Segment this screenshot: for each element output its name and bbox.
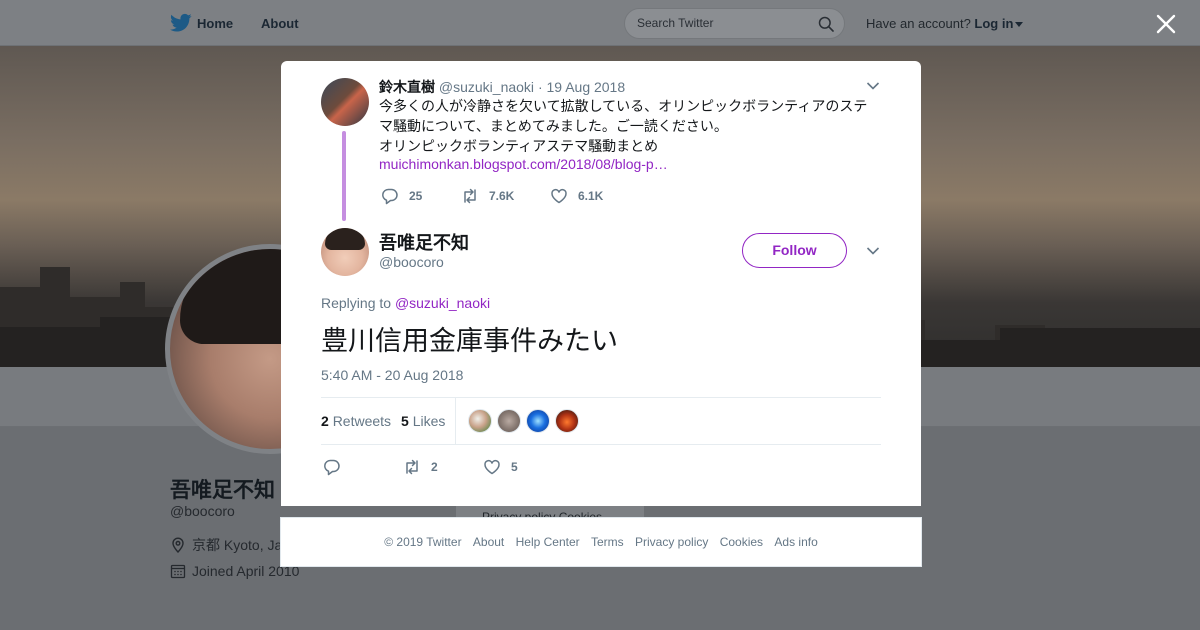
liker-avatar[interactable]	[497, 409, 521, 433]
reply-icon	[382, 188, 398, 205]
likes-stat-count: 5	[401, 413, 409, 429]
profile-location-text: 京都 Kyoto, Ja	[192, 537, 283, 553]
nav-about-link[interactable]: About	[261, 16, 299, 31]
close-icon[interactable]	[1154, 12, 1178, 36]
tweet-stats: 2 Retweets 5 Likes	[321, 397, 881, 445]
parent-tweet-date[interactable]: 19 Aug 2018	[547, 79, 626, 95]
separator-dot: ·	[537, 79, 543, 95]
avatar-hair-shape	[325, 228, 365, 250]
footer-link-about[interactable]: About	[473, 535, 504, 549]
retweet-icon	[464, 188, 476, 204]
parent-tweet-link[interactable]: muichimonkan.blogspot.com/2018/08/blog-p…	[379, 156, 668, 172]
footer-card: © 2019 Twitter About Help Center Terms P…	[280, 517, 922, 567]
search-placeholder: Search Twitter	[637, 16, 714, 30]
footer-link-help-center[interactable]: Help Center	[516, 535, 580, 549]
liker-avatar[interactable]	[526, 409, 550, 433]
main-tweet-author-name[interactable]: 吾唯足不知	[379, 229, 469, 255]
top-nav-bar: Home About Search Twitter Have an accoun…	[0, 0, 1200, 46]
footer-link-cookies[interactable]: Cookies	[720, 535, 763, 549]
location-pin-icon	[172, 537, 184, 553]
main-tweet-text: 豊川信用金庫事件みたい	[321, 326, 618, 356]
replying-to: Replying to @suzuki_naoki	[321, 295, 490, 311]
likes-stat[interactable]: 5 Likes	[401, 413, 445, 429]
profile-location: 京都 Kyoto, Ja	[170, 535, 282, 555]
footer-link-privacy-policy[interactable]: Privacy policy	[635, 535, 708, 549]
like-count: 5	[511, 460, 518, 474]
twitter-bird-icon[interactable]	[170, 13, 192, 33]
retweets-stat[interactable]: 2 Retweets	[321, 413, 391, 429]
login-prompt: Have an account? Log in	[866, 16, 1024, 31]
footer-link-terms[interactable]: Terms	[591, 535, 624, 549]
retweet-count: 2	[431, 460, 438, 474]
liker-avatar[interactable]	[555, 409, 579, 433]
parent-tweet-avatar[interactable]	[321, 78, 369, 126]
reply-count: 25	[409, 189, 423, 203]
retweets-stat-label: Retweets	[332, 413, 392, 429]
thread-connector-line	[342, 131, 346, 221]
heart-icon	[551, 188, 567, 204]
like-count: 6.1K	[578, 189, 604, 203]
main-tweet-avatar[interactable]	[321, 228, 369, 276]
footer-copyright: © 2019 Twitter	[384, 535, 462, 549]
parent-tweet-line: 今多くの人が冷静さを欠いて拡散している、オリンピックボランティアのステ	[379, 98, 868, 114]
login-link[interactable]: Log in	[974, 16, 1013, 31]
calendar-icon	[170, 564, 186, 579]
tweet-permalink-modal: 鈴木直樹 @suzuki_naoki · 19 Aug 2018 今多くの人が冷…	[281, 61, 921, 506]
retweet-icon	[406, 459, 418, 475]
footer-links: © 2019 Twitter About Help Center Terms P…	[281, 535, 921, 549]
profile-name: 吾唯足不知	[170, 479, 275, 502]
parent-tweet-line: マ騒動について、まとめてみました。ご一読ください。	[379, 118, 728, 134]
parent-tweet-author-handle[interactable]: @suzuki_naoki	[439, 79, 534, 95]
heart-icon	[484, 459, 500, 475]
profile-handle: @boocoro	[170, 503, 235, 519]
footer-link-ads-info[interactable]: Ads info	[774, 535, 817, 549]
parent-tweet-header: 鈴木直樹 @suzuki_naoki · 19 Aug 2018	[379, 77, 625, 97]
search-input[interactable]: Search Twitter	[624, 8, 845, 39]
parent-tweet-author-name[interactable]: 鈴木直樹	[379, 79, 435, 95]
have-account-text: Have an account?	[866, 16, 971, 31]
parent-tweet-text: 今多くの人が冷静さを欠いて拡散している、オリンピックボランティアのステ マ騒動に…	[379, 96, 879, 156]
retweet-count: 7.6K	[489, 189, 515, 203]
chevron-down-icon[interactable]	[866, 81, 880, 91]
liker-avatar[interactable]	[468, 409, 492, 433]
reply-icon	[324, 459, 340, 476]
replying-to-handle[interactable]: @suzuki_naoki	[395, 295, 490, 311]
follow-button[interactable]: Follow	[742, 233, 847, 268]
main-tweet-author-handle[interactable]: @boocoro	[379, 254, 444, 270]
retweets-stat-count: 2	[321, 413, 329, 429]
parent-tweet-line: オリンピックボランティアステマ騒動まとめ	[379, 138, 659, 154]
search-icon[interactable]	[818, 16, 834, 32]
main-tweet-timestamp[interactable]: 5:40 AM - 20 Aug 2018	[321, 367, 463, 383]
chevron-down-icon[interactable]	[1015, 22, 1024, 28]
nav-home-link[interactable]: Home	[197, 16, 233, 31]
likes-stat-label: Likes	[412, 413, 446, 429]
replying-to-prefix: Replying to	[321, 295, 392, 311]
stats-divider	[455, 398, 456, 444]
chevron-down-icon[interactable]	[866, 246, 880, 256]
